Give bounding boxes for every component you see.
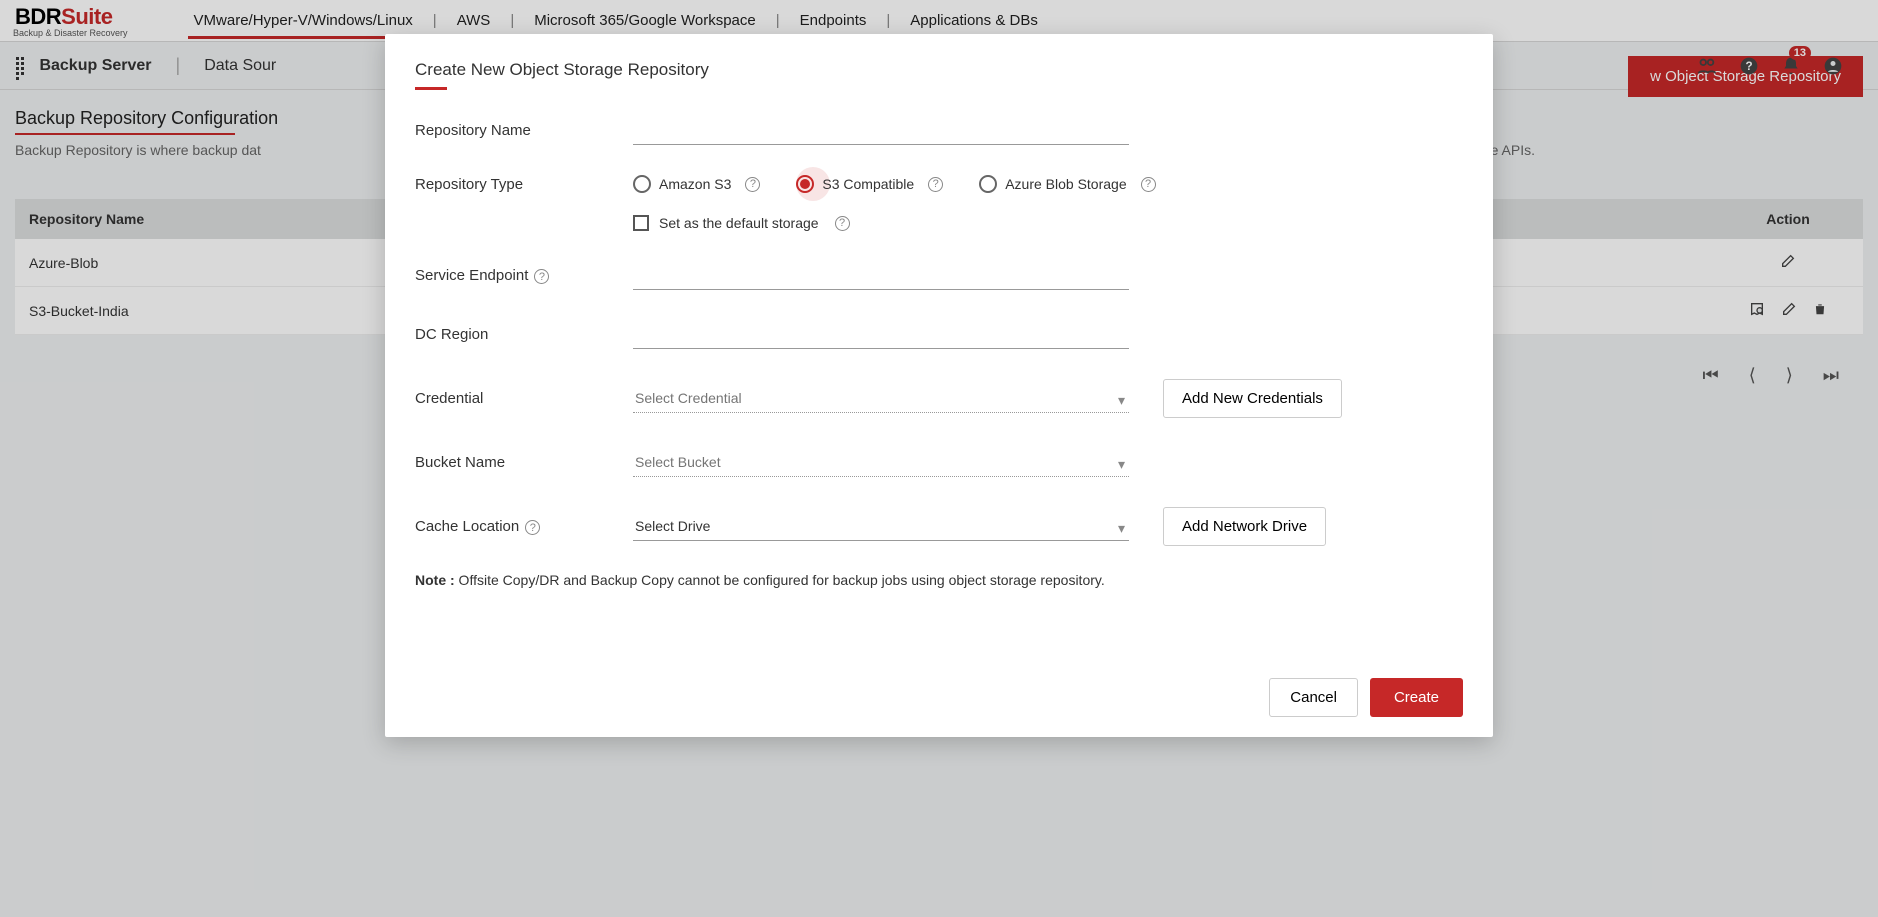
- modal-overlay: Create New Object Storage Repository Rep…: [0, 0, 1878, 917]
- label-cache-location: Cache Location?: [415, 518, 633, 536]
- label-dc-region: DC Region: [415, 326, 633, 343]
- cache-location-select[interactable]: [633, 512, 1129, 541]
- label-repo-name: Repository Name: [415, 122, 633, 139]
- note: Note : Offsite Copy/DR and Backup Copy c…: [415, 572, 1463, 588]
- label-service-endpoint: Service Endpoint?: [415, 267, 633, 285]
- help-icon[interactable]: ?: [928, 177, 943, 192]
- service-endpoint-input[interactable]: [633, 261, 1129, 290]
- help-icon[interactable]: ?: [534, 269, 549, 284]
- create-button[interactable]: Create: [1370, 678, 1463, 717]
- modal-title: Create New Object Storage Repository: [415, 60, 709, 86]
- add-new-credentials-button[interactable]: Add New Credentials: [1163, 379, 1342, 418]
- radio-azure-blob[interactable]: Azure Blob Storage?: [979, 175, 1155, 193]
- credential-select[interactable]: [633, 384, 1129, 413]
- create-repo-modal: Create New Object Storage Repository Rep…: [385, 34, 1493, 737]
- repo-type-radio-group: Amazon S3? S3 Compatible? Azure Blob Sto…: [633, 175, 1156, 193]
- label-credential: Credential: [415, 390, 633, 407]
- help-icon[interactable]: ?: [1141, 177, 1156, 192]
- default-storage-checkbox[interactable]: [633, 215, 649, 231]
- repo-name-input[interactable]: [633, 116, 1129, 145]
- help-icon[interactable]: ?: [525, 520, 540, 535]
- dc-region-input[interactable]: [633, 320, 1129, 349]
- help-icon[interactable]: ?: [745, 177, 760, 192]
- bucket-select[interactable]: [633, 448, 1129, 477]
- label-repo-type: Repository Type: [415, 176, 633, 193]
- help-icon[interactable]: ?: [835, 216, 850, 231]
- label-bucket-name: Bucket Name: [415, 454, 633, 471]
- radio-amazon-s3[interactable]: Amazon S3?: [633, 175, 760, 193]
- label-default-storage: Set as the default storage: [659, 215, 819, 231]
- add-network-drive-button[interactable]: Add Network Drive: [1163, 507, 1326, 546]
- radio-s3-compatible[interactable]: S3 Compatible?: [796, 175, 943, 193]
- cancel-button[interactable]: Cancel: [1269, 678, 1358, 717]
